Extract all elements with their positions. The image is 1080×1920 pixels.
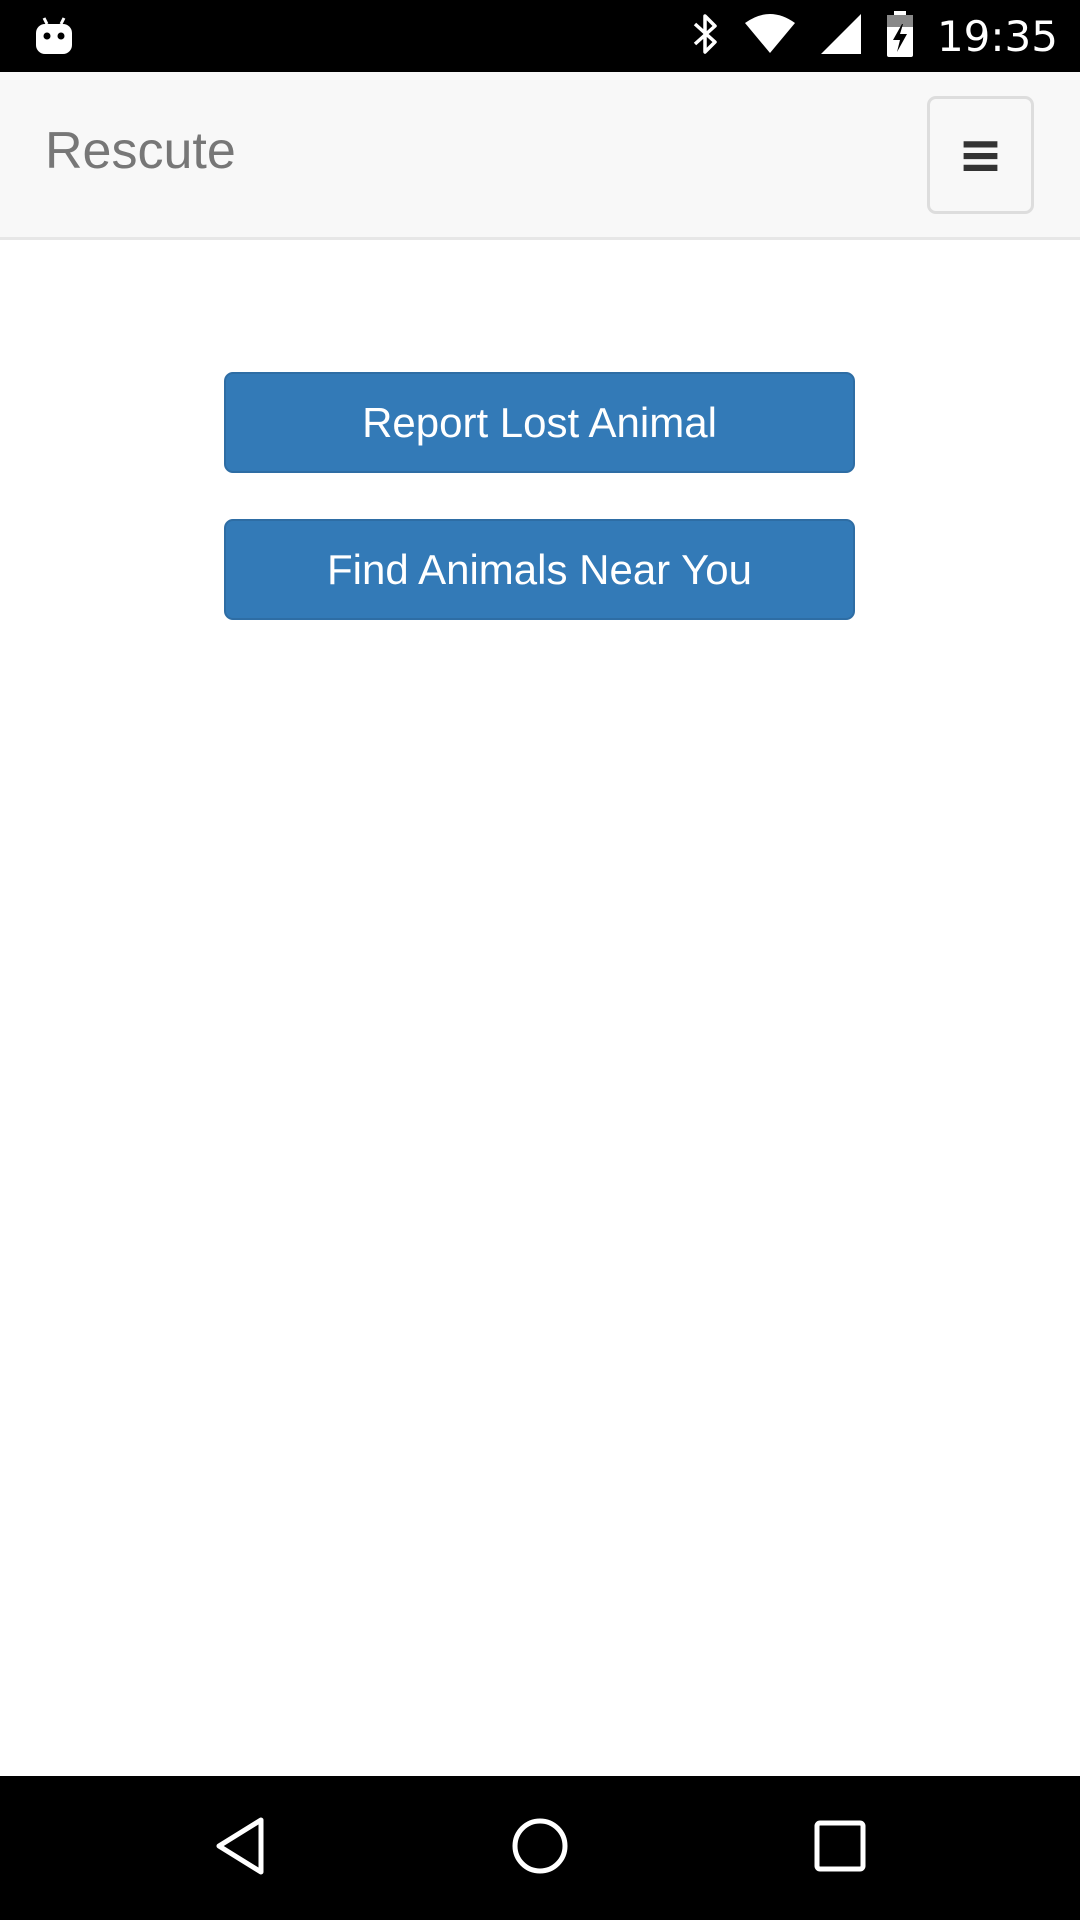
status-bar: 19:35 — [0, 0, 1080, 72]
hamburger-menu-icon: ≡ — [957, 123, 1004, 186]
back-button[interactable] — [171, 1776, 311, 1920]
status-time: 19:35 — [936, 11, 1058, 61]
navbar: Rescute ≡ — [0, 72, 1080, 240]
bluetooth-icon — [691, 12, 721, 61]
wifi-icon — [743, 13, 797, 60]
report-lost-animal-button[interactable]: Report Lost Animal — [224, 372, 855, 473]
brand-link[interactable]: Rescute — [45, 110, 236, 193]
android-debug-icon — [34, 12, 74, 58]
recents-icon — [812, 1818, 868, 1879]
status-icons: 19:35 — [691, 0, 1058, 72]
menu-toggle-button[interactable]: ≡ — [927, 96, 1034, 214]
home-button[interactable] — [470, 1776, 610, 1920]
system-navigation-bar — [0, 1776, 1080, 1920]
battery-charging-icon — [885, 10, 915, 63]
back-icon — [211, 1816, 271, 1881]
home-icon — [510, 1816, 570, 1881]
cell-signal-icon — [819, 12, 863, 61]
find-animals-near-you-button[interactable]: Find Animals Near You — [224, 519, 855, 620]
recents-button[interactable] — [770, 1776, 910, 1920]
screen: 19:35 Rescute ≡ Report Lost Animal Find … — [0, 0, 1080, 1920]
